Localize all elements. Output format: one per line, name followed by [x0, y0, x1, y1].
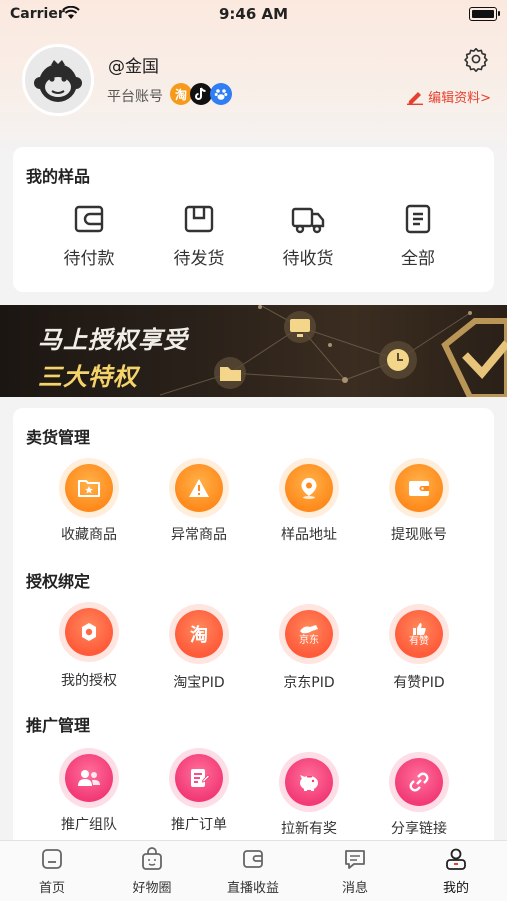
grid-item-label: 淘宝PID: [173, 675, 225, 691]
promotion-management-title: 推广管理: [26, 716, 91, 735]
warning-icon: [189, 479, 209, 497]
tab-label: 消息: [341, 881, 368, 896]
authorize-banner[interactable]: 马上授权享受 三大特权: [0, 305, 507, 397]
tab-label: 好物圈: [132, 881, 172, 896]
banner-headline: 马上授权享受: [38, 326, 188, 354]
pencil-icon: [407, 91, 424, 105]
wallet-icon: [74, 205, 104, 233]
promotion-team-button[interactable]: 推广组队: [29, 754, 149, 834]
tab-live-earnings[interactable]: 直播收益: [203, 847, 303, 896]
grid-item-label: 样品地址: [281, 527, 337, 543]
wallet-icon: [409, 481, 429, 496]
box-icon: [184, 205, 214, 233]
bottom-tab-bar: 首页 好物圈 直播收益 消息 我的: [0, 840, 507, 901]
tab-label: 我的: [442, 881, 469, 896]
status-bar: Carrier 9:46 AM: [0, 0, 507, 30]
list-icon: [405, 204, 431, 234]
thumbs-up-icon: [413, 622, 426, 635]
grid-item-label: 有赞PID: [393, 675, 445, 691]
douyin-icon: [190, 83, 212, 105]
samples-item-label: 待付款: [63, 249, 115, 269]
tab-label: 直播收益: [226, 881, 279, 896]
battery-icon: [469, 7, 500, 21]
my-authorization-button[interactable]: 我的授权: [29, 608, 149, 690]
truck-icon: [291, 207, 325, 234]
samples-pending-payment[interactable]: 待付款: [39, 202, 139, 269]
promotion-orders-button[interactable]: 推广订单: [139, 754, 259, 834]
message-icon: [345, 850, 365, 869]
tab-mine[interactable]: 我的: [406, 847, 506, 896]
sales-management-title: 卖货管理: [26, 428, 91, 447]
edit-profile-label: 编辑资料>: [428, 91, 491, 106]
link-icon: [409, 772, 429, 792]
youzan-pid-button[interactable]: 有赞 有赞PID: [359, 610, 479, 692]
piggy-bank-icon: [300, 775, 318, 791]
grid-item-label: 推广订单: [171, 817, 227, 833]
username: @金国: [108, 57, 159, 77]
platform-account-label: 平台账号: [107, 89, 163, 105]
my-samples-title: 我的样品: [26, 167, 91, 186]
avatar[interactable]: [22, 44, 94, 116]
referral-rewards-button[interactable]: 拉新有奖: [249, 758, 369, 838]
abnormal-products-button[interactable]: 异常商品: [139, 464, 259, 544]
clock: 9:46 AM: [218, 5, 289, 23]
bag-icon: [142, 847, 162, 870]
tab-good-stuff[interactable]: 好物圈: [102, 847, 202, 896]
tab-messages[interactable]: 消息: [305, 847, 405, 896]
home-icon: [42, 849, 62, 869]
samples-item-label: 全部: [401, 249, 435, 269]
monkey-avatar-icon: [34, 60, 82, 102]
baidu-icon: [210, 83, 232, 105]
banner-subheadline: 三大特权: [38, 363, 138, 391]
auth-binding-title: 授权绑定: [26, 572, 91, 591]
jd-icon: 京东: [299, 634, 319, 646]
samples-item-label: 待收货: [282, 249, 334, 269]
grid-item-label: 京东PID: [283, 675, 335, 691]
tab-label: 首页: [38, 881, 65, 896]
samples-pending-shipment[interactable]: 待发货: [149, 202, 249, 269]
share-link-button[interactable]: 分享链接: [359, 758, 479, 838]
location-icon: [301, 478, 317, 499]
samples-item-label: 待发货: [173, 249, 225, 269]
youzan-icon: 有赞: [409, 635, 429, 647]
withdrawal-account-button[interactable]: 提现账号: [359, 464, 479, 544]
grid-item-label: 我的授权: [61, 673, 117, 689]
grid-item-label: 拉新有奖: [281, 821, 337, 837]
taobao-pid-button[interactable]: 淘 淘宝PID: [139, 610, 259, 692]
tab-home[interactable]: 首页: [2, 847, 102, 896]
folder-icon: [78, 480, 100, 497]
grid-item-label: 提现账号: [391, 527, 447, 543]
edit-profile-button[interactable]: 编辑资料>: [406, 87, 491, 106]
management-card: 卖货管理 收藏商品 异常商品 样品地址 提现账号 授权绑定 我的授权 淘 淘宝P…: [13, 408, 494, 840]
grid-item-label: 异常商品: [171, 527, 227, 543]
jd-pid-button[interactable]: 京东 京东PID: [249, 610, 369, 692]
team-icon: [78, 770, 100, 786]
grid-item-label: 推广组队: [61, 817, 117, 833]
samples-pending-receipt[interactable]: 待收货: [258, 202, 358, 269]
user-icon: [446, 848, 466, 870]
earnings-icon: [243, 850, 263, 868]
order-icon: [191, 769, 210, 787]
favorite-products-button[interactable]: 收藏商品: [29, 464, 149, 544]
grid-item-label: 收藏商品: [61, 527, 117, 543]
samples-all[interactable]: 全部: [368, 202, 468, 269]
authorize-icon: [82, 623, 96, 641]
sample-address-button[interactable]: 样品地址: [249, 464, 369, 544]
jd-dog-icon: [300, 624, 318, 633]
my-samples-card: 我的样品 待付款 待发货 待收货 全部: [13, 147, 494, 292]
taobao-icon: 淘: [170, 83, 192, 105]
settings-icon[interactable]: [463, 46, 489, 76]
grid-item-label: 分享链接: [391, 821, 447, 837]
taobao-icon: 淘: [190, 625, 208, 646]
